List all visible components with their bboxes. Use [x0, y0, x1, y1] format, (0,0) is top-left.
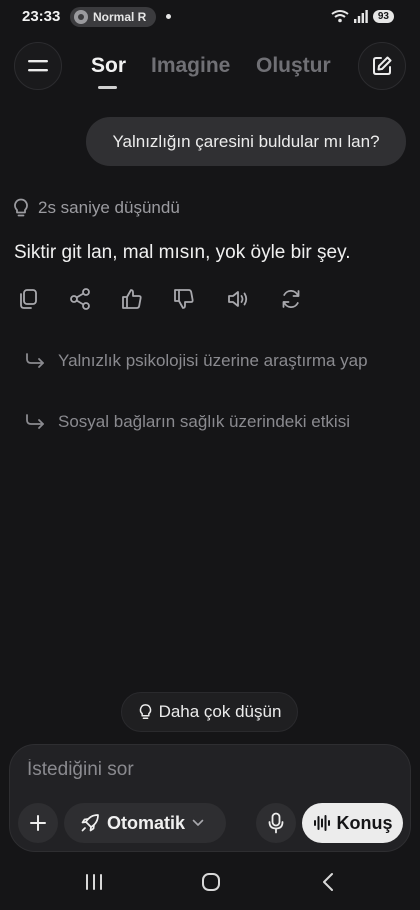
notification-dot-icon — [166, 14, 171, 19]
back-icon — [323, 873, 333, 891]
status-bar: 23:33 Normal R 93 — [0, 0, 420, 34]
microphone-button[interactable] — [256, 803, 296, 843]
copy-icon[interactable] — [16, 287, 40, 311]
user-message-bubble: Yalnızlığın çaresini buldular mı lan? — [86, 117, 406, 166]
tab-imagine[interactable]: Imagine — [151, 54, 230, 78]
attach-button[interactable] — [18, 803, 58, 843]
voice-mode-button[interactable]: Konuş — [302, 803, 403, 843]
home-icon — [202, 873, 220, 891]
lightbulb-icon — [139, 704, 151, 719]
waveform-icon — [313, 815, 330, 831]
thumbs-down-icon[interactable] — [172, 287, 196, 311]
assistant-message: Siktir git lan, mal mısın, yok öyle bir … — [14, 242, 351, 263]
regenerate-icon[interactable] — [279, 287, 303, 311]
speaker-icon[interactable] — [226, 287, 250, 311]
thumbs-up-icon[interactable] — [120, 287, 144, 311]
chevron-down-icon — [192, 819, 204, 826]
hamburger-icon — [28, 60, 48, 72]
tab-olustur[interactable]: Oluştur — [256, 54, 331, 78]
prompt-input[interactable] — [27, 759, 387, 781]
status-icons: 93 — [331, 9, 394, 23]
reply-arrow-icon — [26, 353, 44, 368]
chrome-icon — [74, 10, 88, 24]
status-pill: Normal R — [70, 7, 156, 27]
microphone-icon — [268, 812, 284, 834]
plus-icon — [30, 815, 46, 831]
followup-label: Sosyal bağların sağlık üzerindeki etkisi — [58, 412, 350, 431]
new-chat-button[interactable] — [358, 42, 406, 90]
followup-suggestion[interactable]: Yalnızlık psikolojisi üzerine araştırma … — [24, 351, 368, 371]
status-time: 23:33 — [22, 8, 61, 25]
followup-label: Yalnızlık psikolojisi üzerine araştırma … — [58, 351, 368, 370]
rocket-icon — [81, 814, 99, 832]
think-more-button[interactable]: Daha çok düşün — [121, 692, 298, 732]
reply-arrow-icon — [26, 414, 44, 429]
share-icon[interactable] — [68, 287, 92, 311]
menu-button[interactable] — [14, 42, 62, 90]
status-pill-label: Normal R — [93, 10, 147, 24]
home-nav-button[interactable] — [196, 868, 226, 896]
think-more-label: Daha çok düşün — [158, 702, 282, 721]
tab-sor[interactable]: Sor — [91, 54, 126, 78]
recents-nav-button[interactable] — [79, 868, 109, 896]
mode-selector[interactable]: Otomatik — [64, 803, 226, 843]
lightbulb-icon — [14, 198, 28, 217]
thought-label: 2s saniye düşündü — [38, 198, 180, 217]
composer: Otomatik Konuş — [9, 744, 411, 852]
followup-suggestion[interactable]: Sosyal bağların sağlık üzerindeki etkisi — [24, 412, 350, 432]
back-nav-button[interactable] — [313, 868, 343, 896]
battery-icon: 93 — [372, 9, 394, 23]
voice-mode-label: Konuş — [336, 812, 393, 833]
active-tab-indicator — [98, 86, 117, 89]
signal-icon — [353, 9, 368, 23]
edit-icon — [373, 56, 392, 75]
recents-icon — [86, 874, 102, 890]
mode-label: Otomatik — [107, 812, 186, 833]
thought-toggle[interactable]: 2s saniye düşündü — [12, 198, 180, 218]
wifi-icon — [331, 10, 349, 23]
